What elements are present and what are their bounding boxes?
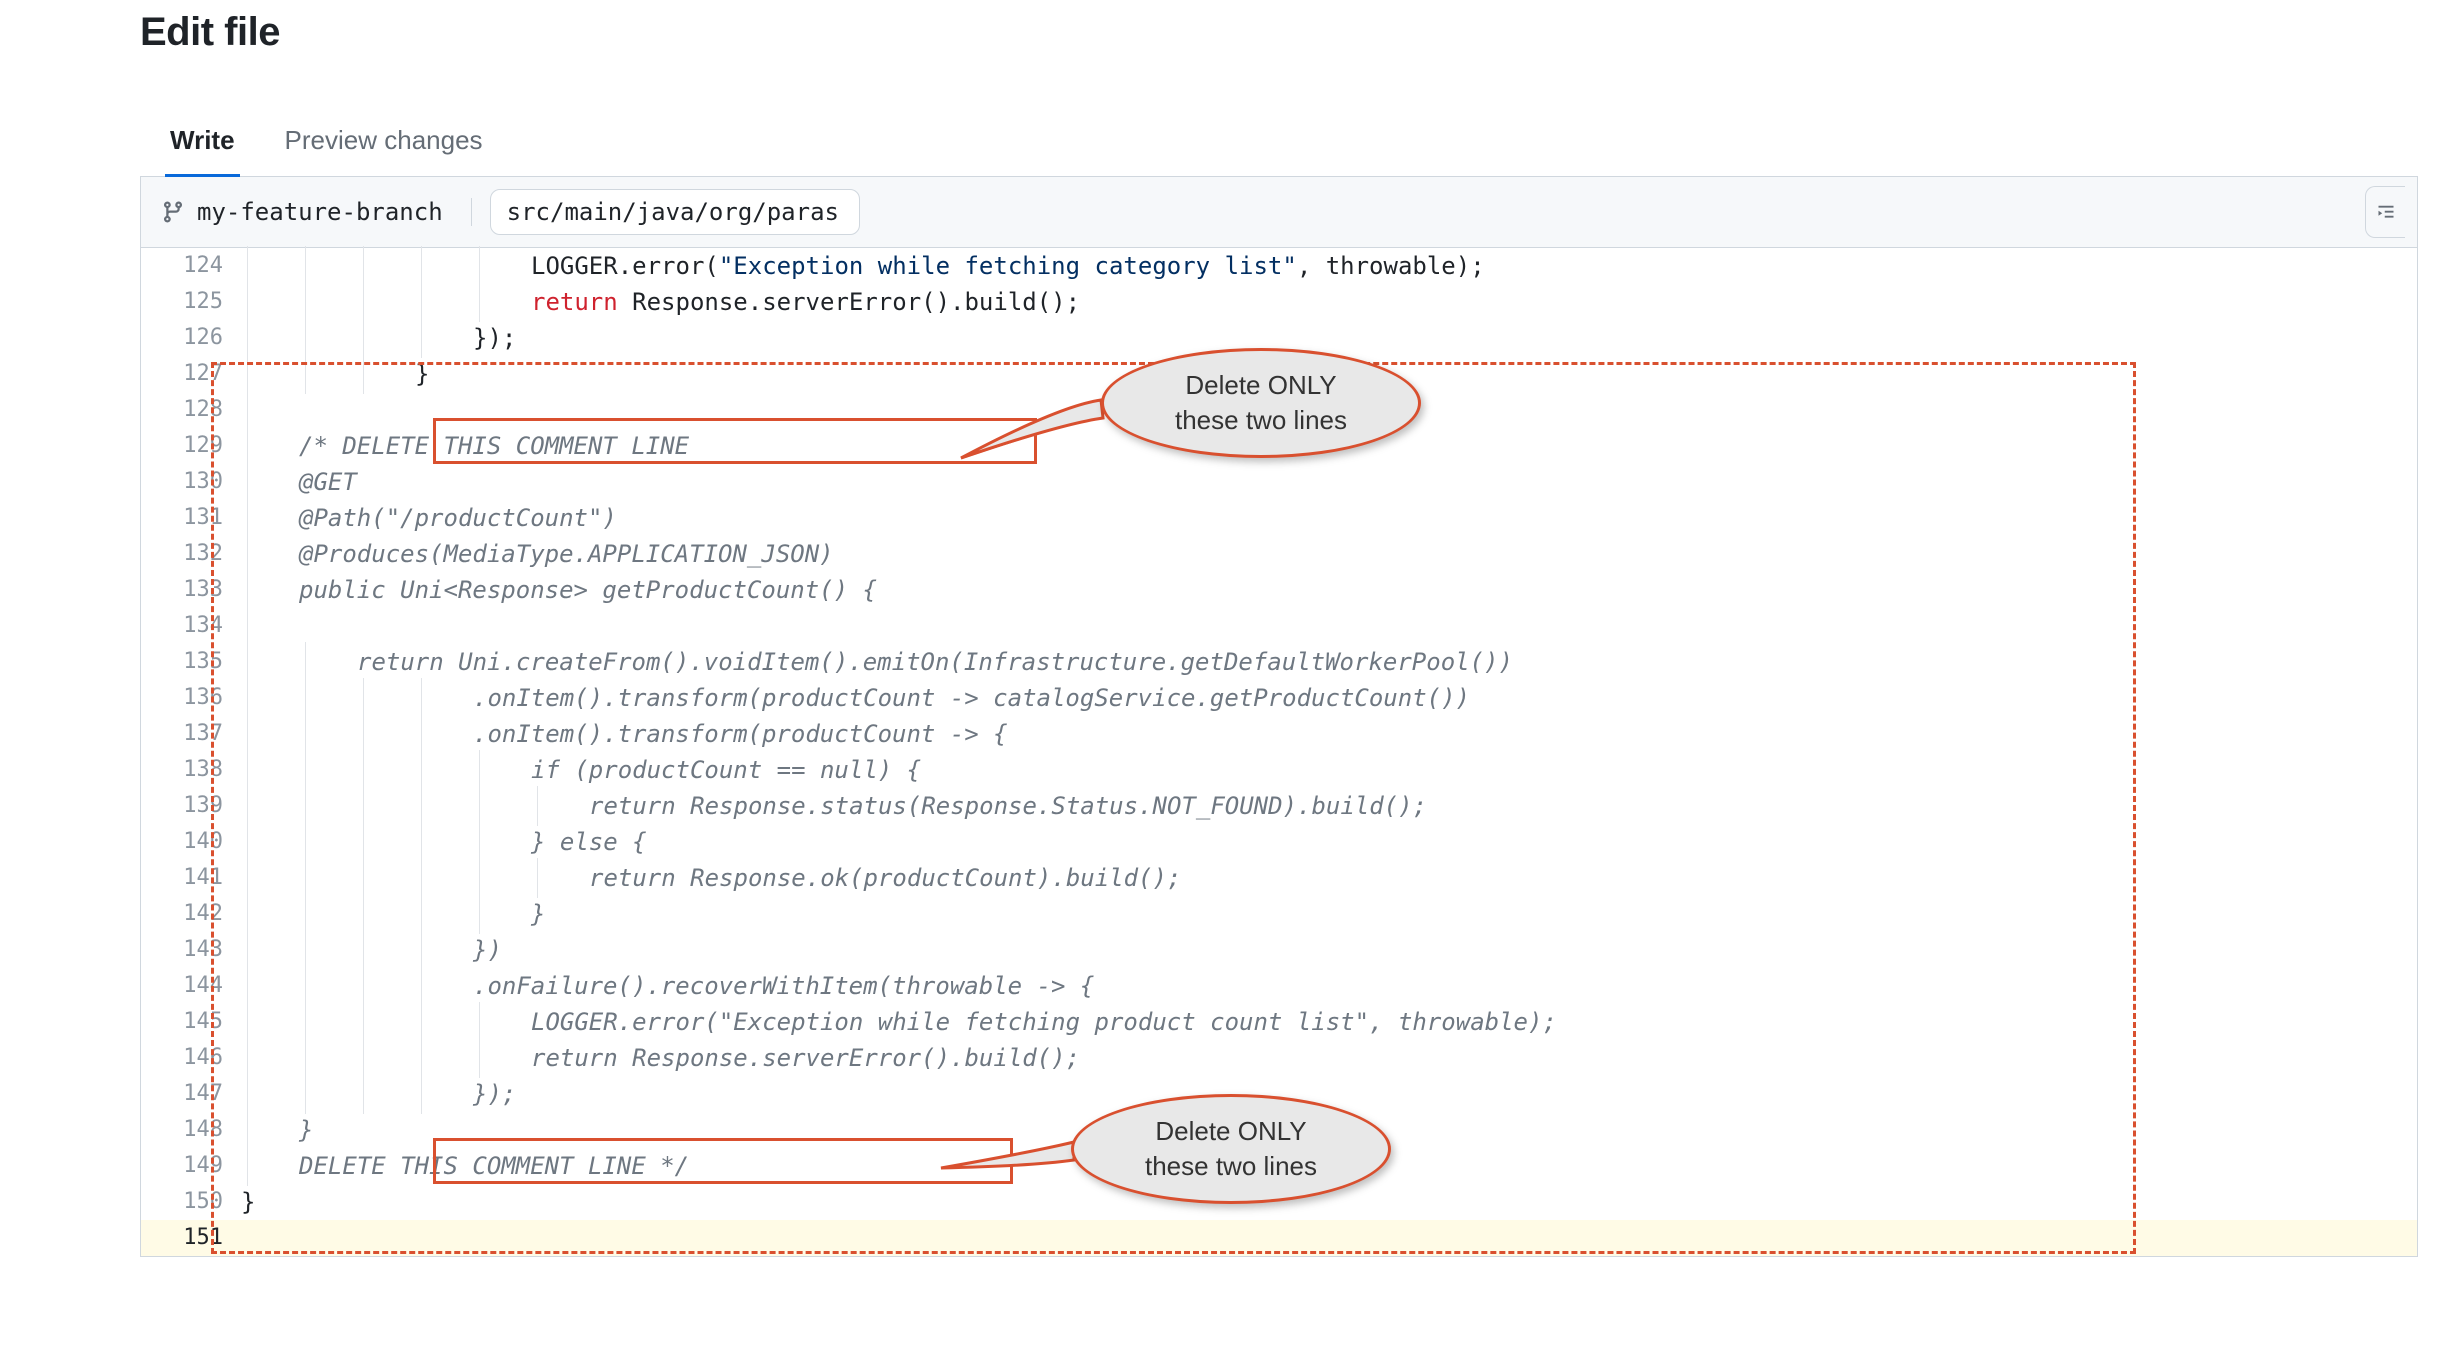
line-number: 134 [141, 608, 241, 644]
code-content [241, 1220, 2417, 1256]
code-content: } [241, 896, 2417, 932]
code-content: .onFailure().recoverWithItem(throwable -… [241, 968, 2417, 1004]
file-toolbar: my-feature-branch [140, 177, 2418, 248]
code-line[interactable]: 147}); [141, 1076, 2417, 1112]
indent-icon [2376, 202, 2396, 222]
code-line[interactable]: 137.onItem().transform(productCount -> { [141, 716, 2417, 752]
line-number: 141 [141, 860, 241, 896]
code-content: } [241, 1184, 2417, 1220]
code-content [241, 608, 2417, 644]
line-number: 137 [141, 716, 241, 752]
line-number: 138 [141, 752, 241, 788]
code-line[interactable]: 126}); [141, 320, 2417, 356]
code-content: LOGGER.error("Exception while fetching p… [241, 1004, 2417, 1040]
line-number: 130 [141, 464, 241, 500]
code-content: .onItem().transform(productCount -> { [241, 716, 2417, 752]
code-content: }); [241, 320, 2417, 356]
code-line[interactable]: 134 [141, 608, 2417, 644]
tab-write[interactable]: Write [165, 125, 240, 178]
code-line[interactable]: 150} [141, 1184, 2417, 1220]
code-line[interactable]: 136.onItem().transform(productCount -> c… [141, 680, 2417, 716]
line-number: 146 [141, 1040, 241, 1076]
line-number: 144 [141, 968, 241, 1004]
git-branch-icon [161, 200, 185, 224]
page-root: Edit file Write Preview changes my-featu… [0, 0, 2438, 1257]
line-number: 143 [141, 932, 241, 968]
code-line[interactable]: 141return Response.ok(productCount).buil… [141, 860, 2417, 896]
code-line[interactable]: 138if (productCount == null) { [141, 752, 2417, 788]
code-content: DELETE THIS COMMENT LINE */ [241, 1148, 2417, 1184]
code-content: @Path("/productCount") [241, 500, 2417, 536]
code-content: .onItem().transform(productCount -> cata… [241, 680, 2417, 716]
line-number: 135 [141, 644, 241, 680]
line-number: 125 [141, 284, 241, 320]
file-path-input[interactable] [490, 189, 860, 235]
line-number: 126 [141, 320, 241, 356]
code-line[interactable]: 146return Response.serverError().build()… [141, 1040, 2417, 1076]
code-line[interactable]: 130@GET [141, 464, 2417, 500]
code-line[interactable]: 129/* DELETE THIS COMMENT LINE [141, 428, 2417, 464]
code-content: return Uni.createFrom().voidItem().emitO… [241, 644, 2417, 680]
code-line[interactable]: 144.onFailure().recoverWithItem(throwabl… [141, 968, 2417, 1004]
line-number: 136 [141, 680, 241, 716]
line-number: 132 [141, 536, 241, 572]
line-number: 145 [141, 1004, 241, 1040]
code-line[interactable]: 145LOGGER.error("Exception while fetchin… [141, 1004, 2417, 1040]
code-content: return Response.status(Response.Status.N… [241, 788, 2417, 824]
line-number: 128 [141, 392, 241, 428]
code-content: } [241, 1112, 2417, 1148]
code-content: }) [241, 932, 2417, 968]
code-content: } else { [241, 824, 2417, 860]
branch-name: my-feature-branch [197, 198, 443, 226]
code-content: public Uni<Response> getProductCount() { [241, 572, 2417, 608]
code-line[interactable]: 140} else { [141, 824, 2417, 860]
line-number: 147 [141, 1076, 241, 1112]
code-content: @GET [241, 464, 2417, 500]
line-number: 149 [141, 1148, 241, 1184]
line-number: 140 [141, 824, 241, 860]
line-number: 124 [141, 248, 241, 284]
code-content: return Response.ok(productCount).build()… [241, 860, 2417, 896]
code-line[interactable]: 128 [141, 392, 2417, 428]
code-line[interactable]: 139return Response.status(Response.Statu… [141, 788, 2417, 824]
code-content [241, 392, 2417, 428]
code-content: if (productCount == null) { [241, 752, 2417, 788]
code-line[interactable]: 124LOGGER.error("Exception while fetchin… [141, 248, 2417, 284]
line-number: 148 [141, 1112, 241, 1148]
code-line[interactable]: 132@Produces(MediaType.APPLICATION_JSON) [141, 536, 2417, 572]
code-content: LOGGER.error("Exception while fetching c… [241, 248, 2417, 284]
line-number: 131 [141, 500, 241, 536]
code-line[interactable]: 142} [141, 896, 2417, 932]
code-content: return Response.serverError().build(); [241, 1040, 2417, 1076]
code-line[interactable]: 135return Uni.createFrom().voidItem().em… [141, 644, 2417, 680]
code-line[interactable]: 148} [141, 1112, 2417, 1148]
code-line[interactable]: 133public Uni<Response> getProductCount(… [141, 572, 2417, 608]
code-content: return Response.serverError().build(); [241, 284, 2417, 320]
code-line[interactable]: 127} [141, 356, 2417, 392]
line-number: 127 [141, 356, 241, 392]
code-content: @Produces(MediaType.APPLICATION_JSON) [241, 536, 2417, 572]
toolbar-indent-button[interactable] [2365, 186, 2405, 238]
code-line[interactable]: 151 [141, 1220, 2417, 1256]
code-content: } [241, 356, 2417, 392]
branch-selector[interactable]: my-feature-branch [161, 198, 472, 226]
code-line[interactable]: 143}) [141, 932, 2417, 968]
code-line[interactable]: 125return Response.serverError().build()… [141, 284, 2417, 320]
line-number: 150 [141, 1184, 241, 1220]
page-title: Edit file [140, 10, 2418, 55]
tab-preview-changes[interactable]: Preview changes [280, 125, 488, 176]
line-number: 142 [141, 896, 241, 932]
code-content: }); [241, 1076, 2417, 1112]
line-number: 139 [141, 788, 241, 824]
code-line[interactable]: 149DELETE THIS COMMENT LINE */ [141, 1148, 2417, 1184]
code-line[interactable]: 131@Path("/productCount") [141, 500, 2417, 536]
code-content: /* DELETE THIS COMMENT LINE [241, 428, 2417, 464]
code-editor[interactable]: 124LOGGER.error("Exception while fetchin… [140, 248, 2418, 1257]
line-number: 129 [141, 428, 241, 464]
line-number: 151 [141, 1220, 241, 1256]
line-number: 133 [141, 572, 241, 608]
tabs: Write Preview changes [140, 125, 2418, 177]
